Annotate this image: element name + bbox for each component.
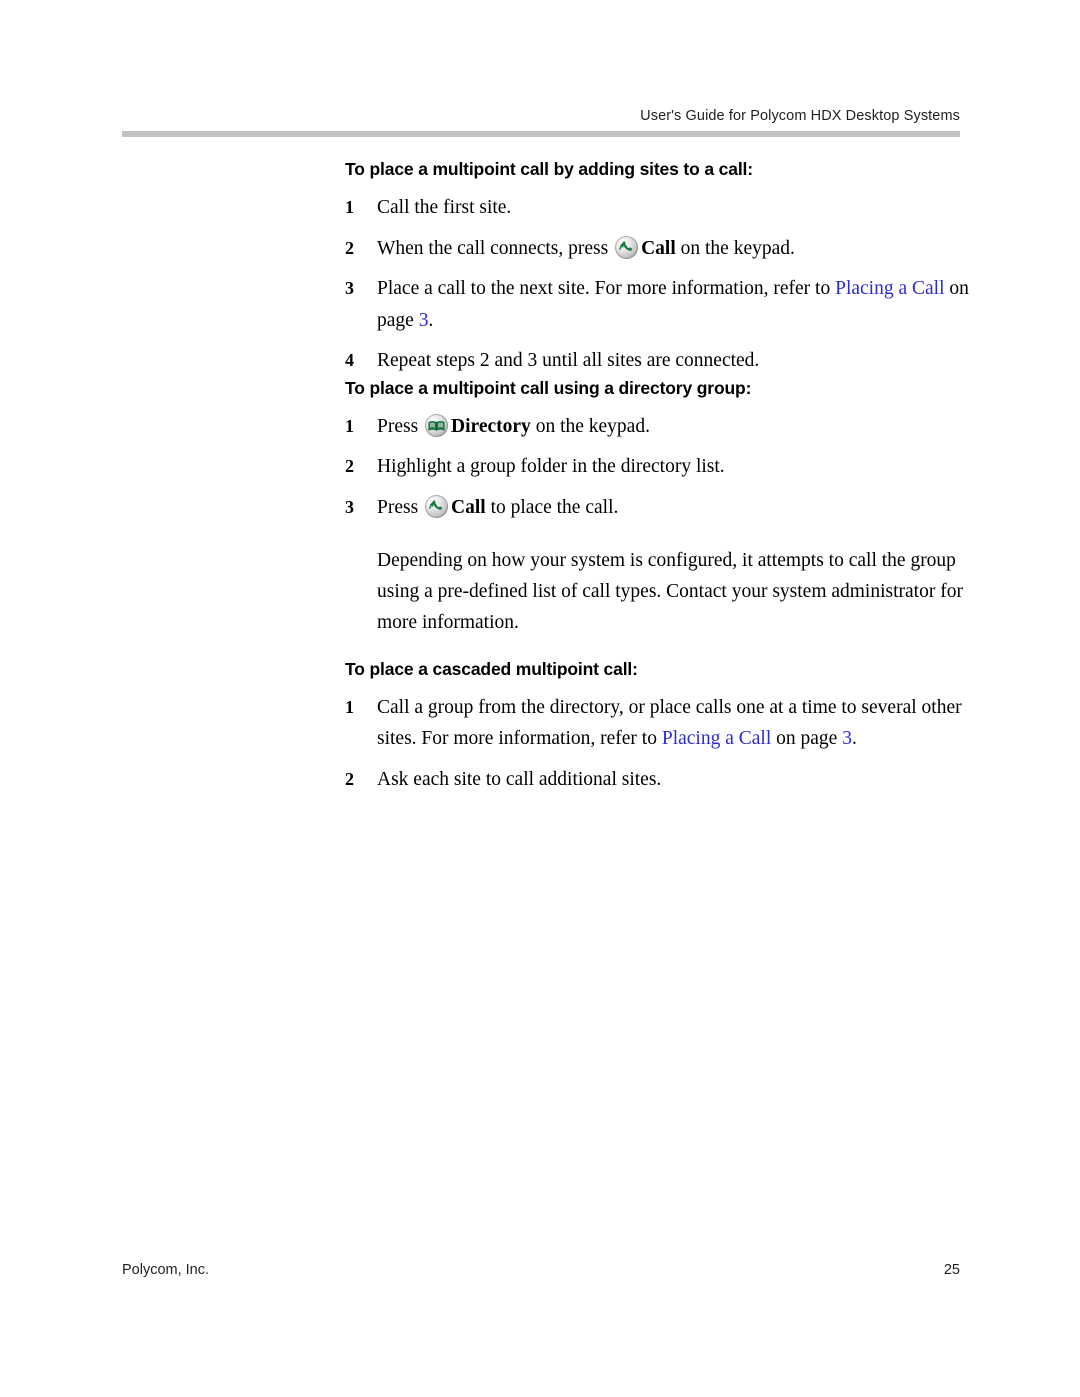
footer-company: Polycom, Inc. [122,1262,210,1278]
text-run: to place the call. [485,496,619,518]
section-heading: To place a cascaded multipoint call: [345,658,638,679]
text-run: Press [377,415,424,437]
step-item: 1 Call a group from the directory, or pla… [345,692,977,755]
key-label: Call [451,496,486,518]
step-number: 2 [345,237,354,258]
section-heading: To place a multipoint call using a direc… [345,377,752,398]
cross-reference-link[interactable]: Placing a Call [835,278,944,299]
page-content: To place a multipoint call by adding sit… [0,158,1080,795]
step-text: Call a group from the directory, or plac… [377,697,962,750]
step-text: Ask each site to call additional sites. [377,769,661,790]
cross-reference-link[interactable]: 3 [842,728,852,749]
step-item: 1 Call the first site. [345,192,977,224]
step-item: 3 Press Call to place the call. [345,492,977,524]
step-number: 3 [345,278,354,298]
cross-reference-link[interactable]: Placing a Call [662,728,771,749]
text-run: Place a call to the next site. For more … [377,278,836,299]
text-run: . [428,309,434,331]
step-text: Repeat steps 2 and 3 until all sites are… [377,350,759,371]
step-list: 1 Call a group from the directory, or pla… [0,692,1080,796]
text-run: on the keypad. [530,415,650,437]
step-number: 3 [345,496,354,517]
text-run: on the keypad. [675,237,795,259]
step-list: 1 Press Directory on the keypad. 2 Highligh… [0,411,1080,524]
step-text: Press Call to place the call. [377,494,619,518]
text-run: Repeat steps 2 and 3 until all sites are… [377,350,760,371]
step-item: 4 Repeat steps 2 and 3 until all sites ar… [345,345,977,377]
step-item: 2 Highlight a group folder in the directo… [345,451,977,483]
text-run: Highlight a group folder in the director… [377,456,725,477]
call-icon [425,494,449,518]
text-run: Ask each site to call additional sites. [377,768,662,790]
text-run: on page [771,728,843,749]
footer-page-number: 25 [943,1262,960,1278]
step-text: Place a call to the next site. For more … [377,278,969,331]
step-number: 1 [345,197,354,217]
step-number: 2 [345,456,354,476]
page-footer: Polycom, Inc. 25 [122,1262,960,1278]
step-text: Highlight a group folder in the director… [377,456,725,477]
step-item: 2 When the call connects, press Call on t… [345,233,977,265]
step-list: 1 Call the first site. 2 When the call conn… [0,192,1080,377]
section-heading: To place a multipoint call by adding sit… [345,159,753,179]
directory-icon [425,413,449,437]
text-run: Press [377,496,424,518]
text-run: . [851,728,857,749]
step-number: 4 [345,350,354,370]
cross-reference-link[interactable]: 3 [419,310,429,331]
step-item: 1 Press Directory on the keypad. [345,411,977,443]
document-page: User's Guide for Polycom HDX Desktop Sys… [0,0,1080,1397]
key-label: Call [641,237,676,259]
step-number: 2 [345,768,354,789]
step-text: When the call connects, press Call on th… [377,235,795,259]
text-run: When the call connects, press [377,237,614,259]
step-number: 1 [345,415,354,436]
header-rule [122,131,960,137]
text-run: Call the first site. [377,197,512,218]
step-item: 3 Place a call to the next site. For more… [345,273,977,336]
running-header: User's Guide for Polycom HDX Desktop Sys… [640,108,960,124]
call-icon [615,235,639,259]
section-note: Depending on how your system is configur… [377,550,963,633]
step-text: Call the first site. [377,197,511,218]
step-number: 1 [345,696,354,717]
key-label: Directory [451,415,531,437]
step-item: 2 Ask each site to call additional sites. [345,764,977,796]
step-text: Press Directory on the keypad. [377,413,650,437]
